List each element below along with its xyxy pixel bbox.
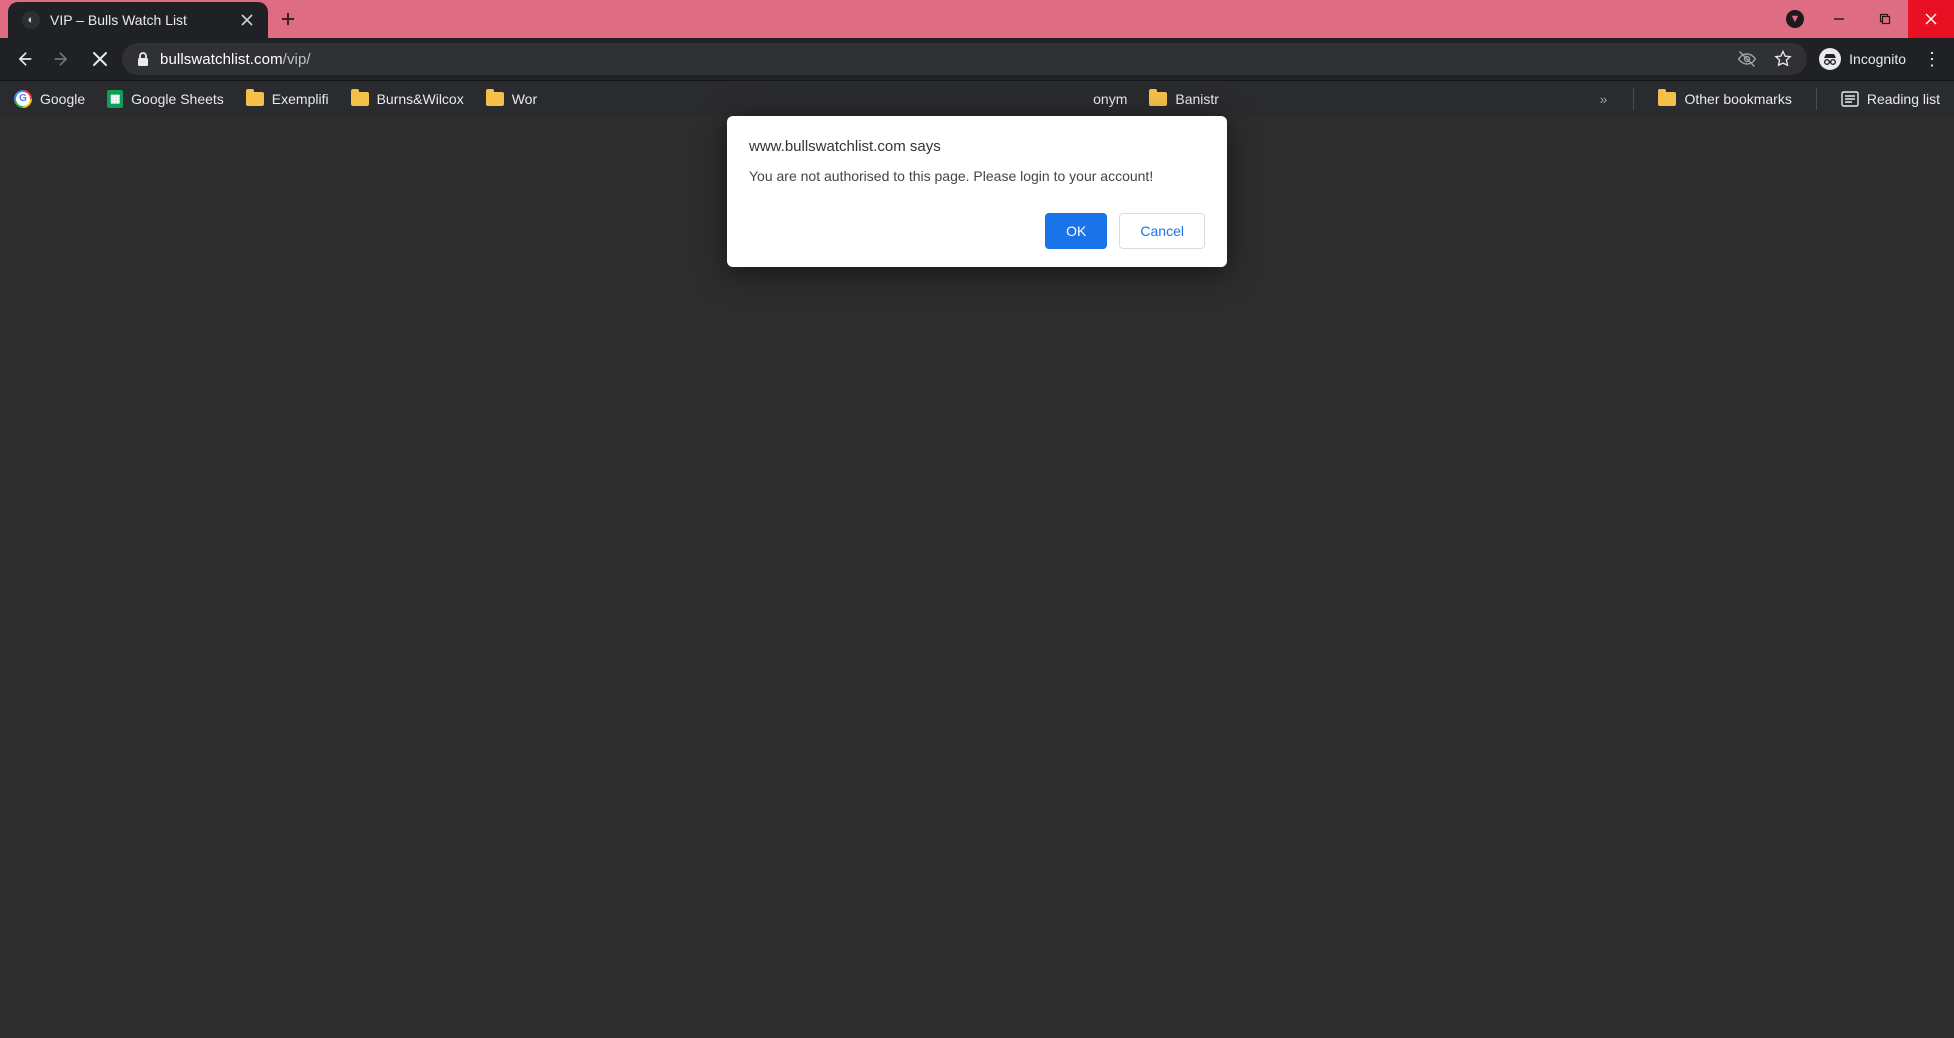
dialog-ok-button[interactable]: OK <box>1045 213 1107 249</box>
tab-favicon: ◐ <box>22 11 40 29</box>
incognito-indicator[interactable]: Incognito <box>1813 48 1912 70</box>
other-bookmarks-label: Other bookmarks <box>1684 91 1791 107</box>
reading-list-button[interactable]: Reading list <box>1837 87 1944 111</box>
close-tab-button[interactable] <box>238 11 256 29</box>
divider <box>1633 88 1634 110</box>
reading-list-label: Reading list <box>1867 91 1940 107</box>
url-text: bullswatchlist.com/vip/ <box>160 51 311 68</box>
dialog-buttons: OK Cancel <box>749 213 1205 249</box>
incognito-icon <box>1819 48 1841 70</box>
stop-reload-button[interactable] <box>84 43 116 75</box>
google-icon <box>14 90 32 108</box>
bookmark-label: Banistr <box>1175 91 1219 107</box>
bookmark-burns-wilcox[interactable]: Burns&Wilcox <box>347 87 468 111</box>
back-button[interactable] <box>8 43 40 75</box>
folder-icon <box>351 92 369 106</box>
folder-icon <box>1658 92 1676 106</box>
bookmark-google[interactable]: Google <box>10 86 89 112</box>
bookmark-label: Google <box>40 91 85 107</box>
close-icon <box>241 14 253 26</box>
divider <box>1816 88 1817 110</box>
bookmark-label: onym <box>1093 91 1127 107</box>
browser-tab[interactable]: ◐ VIP – Bulls Watch List <box>8 2 268 38</box>
minimize-icon <box>1833 13 1845 25</box>
window-close-button[interactable] <box>1908 0 1954 38</box>
dialog-title: www.bullswatchlist.com says <box>749 138 1205 155</box>
window-controls <box>1816 0 1954 38</box>
bookmark-onym[interactable]: onym <box>1089 87 1131 111</box>
dialog-message: You are not authorised to this page. Ple… <box>749 167 1205 187</box>
star-icon[interactable] <box>1773 49 1793 69</box>
omnibox-actions <box>1737 49 1793 69</box>
bookmark-label: Google Sheets <box>131 91 224 107</box>
arrow-right-icon <box>52 49 72 69</box>
browser-menu-button[interactable]: ⋮ <box>1918 49 1946 70</box>
reading-list-icon <box>1841 91 1859 107</box>
eye-off-icon[interactable] <box>1737 49 1757 69</box>
page-viewport: www.bullswatchlist.com says You are not … <box>0 116 1954 1038</box>
address-bar[interactable]: bullswatchlist.com/vip/ <box>122 43 1807 75</box>
window-titlebar: ◐ VIP – Bulls Watch List ▼ <box>0 0 1954 38</box>
arrow-left-icon <box>14 49 34 69</box>
bookmark-label: Burns&Wilcox <box>377 91 464 107</box>
window-maximize-button[interactable] <box>1862 0 1908 38</box>
browser-toolbar: bullswatchlist.com/vip/ Incognito ⋮ <box>0 38 1954 80</box>
incognito-label: Incognito <box>1849 51 1906 67</box>
dialog-cancel-button[interactable]: Cancel <box>1119 213 1205 249</box>
folder-icon <box>1149 92 1167 106</box>
forward-button[interactable] <box>46 43 78 75</box>
sheets-icon: ▦ <box>107 90 123 108</box>
url-domain: bullswatchlist.com <box>160 51 283 68</box>
bookmark-label: Exemplifi <box>272 91 329 107</box>
bookmarks-overflow-button[interactable]: » <box>1594 91 1614 107</box>
folder-icon <box>486 92 504 106</box>
bookmark-google-sheets[interactable]: ▦ Google Sheets <box>103 86 228 112</box>
window-indicator-icon: ▼ <box>1786 10 1804 28</box>
javascript-alert-dialog: www.bullswatchlist.com says You are not … <box>727 116 1227 267</box>
tab-title: VIP – Bulls Watch List <box>50 12 228 28</box>
folder-icon <box>246 92 264 106</box>
url-path: /vip/ <box>283 51 311 68</box>
bookmarks-bar: Google ▦ Google Sheets Exemplifi Burns&W… <box>0 80 1954 116</box>
close-icon <box>1925 13 1937 25</box>
bookmark-label: Wor <box>512 91 537 107</box>
bookmark-wor[interactable]: Wor <box>482 87 541 111</box>
new-tab-button[interactable] <box>272 0 304 38</box>
plus-icon <box>280 11 296 27</box>
maximize-icon <box>1879 13 1891 25</box>
lock-icon <box>136 51 150 67</box>
bookmark-exemplifi[interactable]: Exemplifi <box>242 87 333 111</box>
other-bookmarks-button[interactable]: Other bookmarks <box>1654 87 1795 111</box>
bookmark-banistr[interactable]: Banistr <box>1145 87 1223 111</box>
window-minimize-button[interactable] <box>1816 0 1862 38</box>
close-icon <box>92 51 108 67</box>
